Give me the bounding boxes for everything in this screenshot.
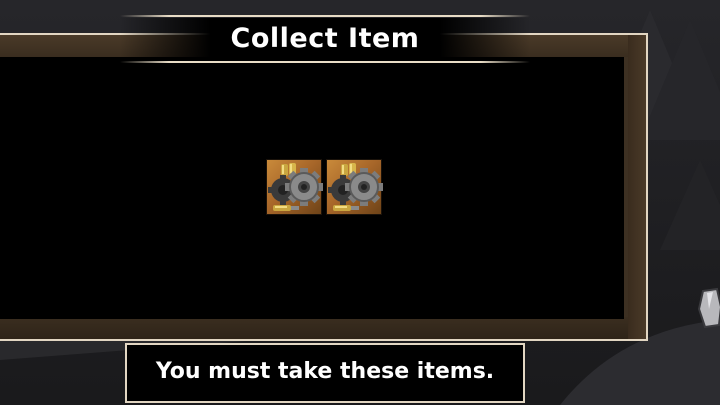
dialog-title: Collect Item <box>230 23 420 54</box>
wood-trim-bottom <box>0 317 646 339</box>
stone-token-icon[interactable] <box>697 287 720 329</box>
title-banner: Collect Item <box>120 14 530 64</box>
game-screen: Collect Item You must take these items. <box>0 0 720 405</box>
gear-bullets-icon <box>328 163 383 211</box>
title-divider-top <box>120 15 530 17</box>
item-slot-2[interactable] <box>326 159 383 215</box>
message-box: You must take these items. <box>125 343 525 403</box>
dialog-message: You must take these items. <box>155 359 495 384</box>
gear-bullets-icon <box>268 163 323 211</box>
wood-trim-right <box>628 35 646 339</box>
item-slot-1[interactable] <box>266 159 323 215</box>
items-row <box>266 159 383 215</box>
title-divider-bottom <box>120 61 530 63</box>
